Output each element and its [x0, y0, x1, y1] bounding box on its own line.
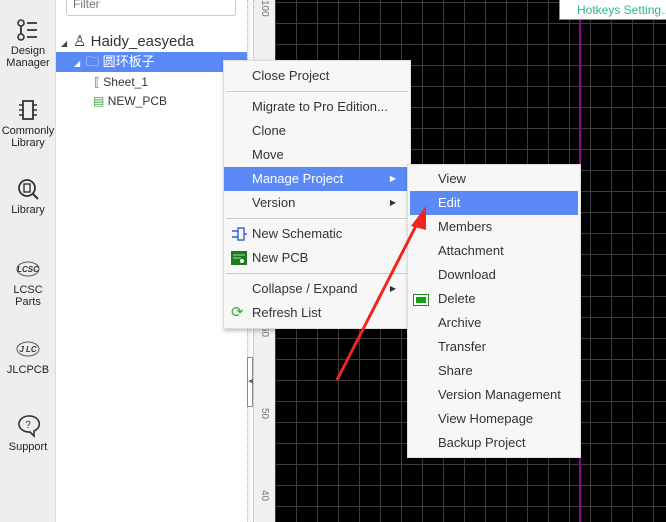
collapse-triangle-icon[interactable]: ◢: [74, 54, 86, 74]
schematic-icon: ⟦: [94, 75, 100, 89]
menu-refresh-list[interactable]: ⟳ Refresh List: [224, 301, 410, 325]
submenu-backup-project[interactable]: Backup Project: [410, 431, 578, 455]
filter-input[interactable]: [66, 0, 236, 16]
tree-item-sheet[interactable]: ⟦ Sheet_1: [56, 72, 247, 92]
sidebar-label: JLCPCB: [6, 364, 50, 376]
submenu-view-homepage[interactable]: View Homepage: [410, 407, 578, 431]
menu-label: Delete: [438, 291, 476, 306]
sidebar-item-lcsc-parts[interactable]: LCSC LCSC Parts: [0, 257, 56, 308]
menu-clone[interactable]: Clone: [224, 119, 410, 143]
sidebar-label: Support: [8, 441, 48, 453]
sidebar-label: Design Manager: [6, 45, 50, 69]
menu-collapse-expand[interactable]: Collapse / Expand ▶: [224, 277, 410, 301]
jlc-logo-icon: J LC: [16, 341, 40, 357]
divider: [226, 273, 408, 274]
submenu-transfer[interactable]: Transfer: [410, 335, 578, 359]
submenu-attachment[interactable]: Attachment: [410, 239, 578, 263]
menu-new-schematic[interactable]: New Schematic: [224, 222, 410, 246]
support-question-icon: ?: [18, 415, 40, 438]
sidebar-item-support[interactable]: ? Support: [0, 414, 56, 453]
ruler-label: 100: [259, 0, 270, 17]
submenu-download[interactable]: Download: [410, 263, 578, 287]
submenu-archive[interactable]: Archive: [410, 311, 578, 335]
project-name: 圆环板子: [102, 54, 155, 69]
design-manager-panel: ◢♙ Haidy_easyeda ◢🗀 圆环板子 ⟦ Sheet_1 ▤ NEW…: [56, 0, 247, 522]
lcsc-logo-icon: LCSC: [16, 261, 40, 277]
chevron-right-icon: ▶: [389, 174, 396, 183]
sidebar-label: LCSC Parts: [13, 284, 43, 308]
sidebar-item-library[interactable]: Library: [0, 177, 56, 216]
folder-icon: 🗀: [86, 54, 100, 69]
ruler-label: 40: [259, 490, 270, 502]
sidebar-item-jlcpcb[interactable]: J LC JLCPCB: [0, 337, 56, 376]
submenu-view[interactable]: View: [410, 167, 578, 191]
menu-label: Refresh List: [252, 305, 322, 320]
user-icon: ♙: [73, 33, 87, 50]
refresh-icon: ⟳: [231, 304, 244, 321]
sidebar-label: Commonly Library: [1, 125, 55, 149]
sidebar-label: Library: [11, 204, 45, 216]
svg-text:LCSC: LCSC: [17, 265, 39, 274]
sidebar-item-commonly-library[interactable]: Commonly Library: [0, 98, 56, 149]
submenu-delete[interactable]: Delete: [410, 287, 578, 311]
submenu-edit[interactable]: Edit: [410, 191, 578, 215]
divider: [226, 91, 408, 92]
tree-project[interactable]: ◢ 🗀 圆环板子: [56, 52, 247, 72]
user-name: Haidy_easyeda: [90, 33, 195, 50]
menu-new-pcb[interactable]: New PCB: [224, 246, 410, 270]
menu-version[interactable]: Version ▶: [224, 191, 410, 215]
library-search-icon: [18, 179, 39, 200]
submenu-share[interactable]: Share: [410, 359, 578, 383]
menu-close-project[interactable]: Close Project: [224, 64, 410, 88]
tree-item-label: NEW_PCB: [107, 94, 168, 108]
menu-move[interactable]: Move: [224, 143, 410, 167]
chevron-right-icon: ▶: [389, 198, 396, 207]
menu-label: New PCB: [252, 250, 309, 265]
manage-project-submenu: View Edit Members Attachment Download De…: [407, 164, 581, 458]
left-sidebar: Design Manager Commonly Library Library …: [0, 0, 56, 522]
svg-text:?: ?: [25, 420, 31, 431]
ruler-label: 50: [259, 408, 270, 420]
chevron-right-icon: ▶: [389, 284, 396, 293]
menu-label: Version: [252, 195, 296, 210]
menu-label: Manage Project: [252, 171, 344, 186]
submenu-version-management[interactable]: Version Management: [410, 383, 578, 407]
delete-icon: [413, 294, 429, 306]
menu-migrate-pro[interactable]: Migrate to Pro Edition...: [224, 95, 410, 119]
pcb-icon: ▤: [93, 94, 105, 108]
tree-item-pcb[interactable]: ▤ NEW_PCB: [56, 91, 247, 111]
svg-text:J LC: J LC: [19, 345, 37, 354]
design-manager-icon: [17, 19, 37, 41]
tree-item-label: Sheet_1: [103, 75, 149, 89]
menu-label: New Schematic: [252, 226, 343, 241]
collapse-triangle-icon[interactable]: ◢: [61, 34, 73, 54]
hotkeys-setting-button[interactable]: Hotkeys Setting...: [559, 0, 666, 20]
divider: [226, 218, 408, 219]
menu-manage-project[interactable]: Manage Project ▶: [224, 167, 410, 191]
pcb-icon: [231, 251, 247, 265]
sidebar-item-design-manager[interactable]: Design Manager: [0, 18, 56, 69]
menu-label: Collapse / Expand: [252, 281, 358, 296]
submenu-members[interactable]: Members: [410, 215, 578, 239]
tree-user[interactable]: ◢ ♙ Haidy_easyeda: [56, 32, 247, 52]
context-menu: Close Project Migrate to Pro Edition... …: [223, 60, 411, 329]
chip-icon: [19, 100, 37, 120]
schematic-icon: [232, 227, 247, 241]
